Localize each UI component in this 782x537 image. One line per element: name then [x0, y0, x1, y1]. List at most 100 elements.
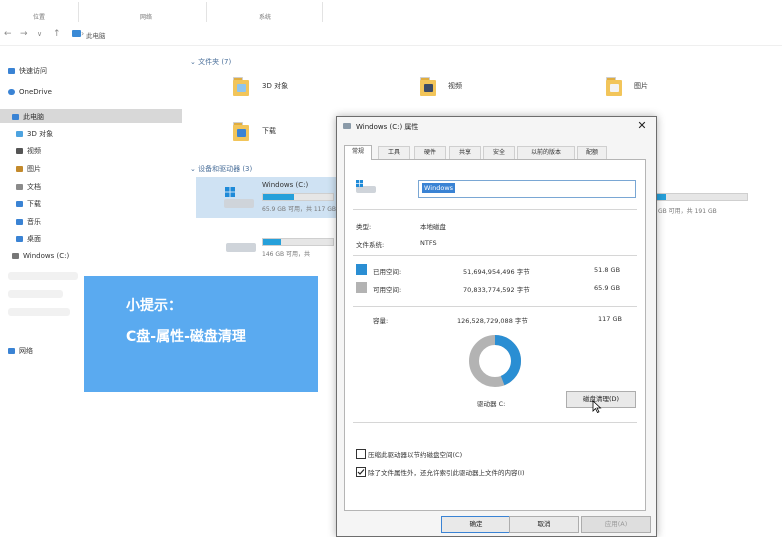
compress-label[interactable]: 压缩此驱动器以节约磁盘空间(C)	[368, 449, 462, 459]
capacity-bytes: 126,528,729,088 字节	[457, 317, 528, 325]
address-bar: ← → ∨ ↑ › 此电脑	[0, 25, 782, 46]
path-separator-icon: ›	[81, 29, 85, 38]
ribbon-separator	[322, 2, 323, 22]
sidebar-item-this-pc[interactable]: 此电脑	[12, 112, 44, 124]
drive-letter-label: 驱动器 C:	[477, 400, 506, 408]
folder-3d-objects[interactable]	[233, 77, 249, 96]
cube-icon	[16, 131, 23, 137]
sidebar-item-label: 桌面	[27, 235, 41, 243]
devices-group-header[interactable]: ⌄ 设备和驱动器 (3)	[190, 164, 252, 174]
sidebar-item-downloads[interactable]: 下载	[16, 199, 41, 211]
divider	[353, 255, 637, 256]
sidebar-item-music[interactable]: 音乐	[16, 217, 41, 229]
download-icon	[16, 201, 23, 207]
filesystem-value: NTFS	[420, 239, 437, 247]
sidebar-item-label: OneDrive	[19, 88, 52, 96]
ok-button[interactable]: 确定	[441, 516, 511, 533]
download-folder-icon	[237, 129, 246, 137]
cube-folder-icon	[237, 84, 246, 92]
capacity-label: 容量:	[373, 317, 389, 325]
folder-name[interactable]: 图片	[634, 81, 648, 91]
back-button[interactable]: ←	[4, 29, 12, 39]
index-label[interactable]: 除了文件属性外，还允许索引此驱动器上文件的内容(I)	[368, 467, 525, 477]
folder-videos[interactable]	[420, 77, 436, 96]
drive-usage-fill	[263, 239, 281, 245]
folder-name[interactable]: 3D 对象	[262, 81, 288, 91]
folder-name[interactable]: 下载	[262, 126, 276, 136]
ribbon-group-system[interactable]: 系统	[222, 0, 308, 24]
ribbon-group-label: 系统	[258, 14, 271, 21]
divider	[353, 209, 637, 210]
general-tab-panel: Windows 类型: 本地磁盘 文件系统: NTFS 已用空间: 51,694…	[344, 159, 646, 511]
sidebar-item-label: Windows (C:)	[23, 252, 70, 260]
ribbon: 位置 网络 系统	[0, 0, 782, 26]
network-icon	[8, 348, 15, 354]
sidebar-item-videos[interactable]: 视频	[16, 146, 41, 158]
address-path[interactable]: 此电脑	[86, 30, 106, 40]
drive-free-text: GB 可用，共 191 GB	[658, 208, 717, 215]
free-space-bytes: 70,833,774,592 字节	[463, 286, 530, 294]
folders-group-title: 文件夹 (7)	[198, 58, 232, 66]
tip-callout: 小提示： C盘-属性-磁盘清理	[84, 276, 318, 392]
video-icon	[16, 148, 23, 154]
tab-sharing[interactable]: 共享	[449, 146, 481, 159]
divider	[353, 422, 637, 423]
tab-previous-versions[interactable]: 以前的版本	[517, 146, 575, 159]
type-label: 类型:	[356, 223, 372, 231]
filesystem-label: 文件系统:	[356, 241, 385, 249]
drive-properties-dialog: Windows (C:) 属性 ✕ 常规 工具 硬件 共享 安全 以前的版本 配…	[336, 116, 657, 537]
tab-hardware[interactable]: 硬件	[414, 146, 446, 159]
star-icon	[8, 68, 15, 74]
up-button[interactable]: ↑	[53, 29, 61, 39]
free-space-label: 可用空间:	[373, 286, 402, 294]
forward-button[interactable]: →	[20, 29, 28, 39]
windows-drive-icon	[224, 187, 254, 208]
tab-general[interactable]: 常规	[344, 145, 372, 160]
blurred-nav-item	[8, 272, 78, 280]
blurred-nav-item	[8, 308, 70, 316]
folders-group-header[interactable]: ⌄ 文件夹 (7)	[190, 57, 231, 67]
chevron-down-icon: ⌄	[190, 165, 199, 173]
compress-checkbox[interactable]	[356, 449, 366, 459]
ribbon-group-label: 位置	[32, 14, 45, 21]
folder-downloads[interactable]	[233, 122, 249, 141]
sidebar-item-pictures[interactable]: 图片	[16, 164, 41, 176]
sidebar-item-desktop[interactable]: 桌面	[16, 234, 41, 246]
sidebar-item-documents[interactable]: 文档	[16, 182, 41, 194]
ribbon-group-network[interactable]: 网络	[104, 0, 188, 24]
sidebar-item-label: 下载	[27, 200, 41, 208]
close-button[interactable]: ✕	[635, 117, 649, 135]
disk-usage-donut	[469, 335, 521, 387]
recent-locations-button[interactable]: ∨	[37, 30, 42, 38]
devices-group-title: 设备和驱动器 (3)	[198, 165, 253, 173]
folder-pictures[interactable]	[606, 77, 622, 96]
sidebar-item-onedrive[interactable]: OneDrive	[8, 88, 52, 100]
ribbon-group-location[interactable]: 位置	[0, 0, 78, 24]
cancel-button[interactable]: 取消	[509, 516, 579, 533]
windows-logo-icon	[225, 187, 235, 197]
ribbon-separator	[206, 2, 207, 22]
folder-name[interactable]: 视频	[448, 81, 462, 91]
drive-free-text: 65.9 GB 可用，共 117 GB	[262, 206, 336, 213]
divider	[353, 306, 637, 307]
picture-icon	[16, 166, 23, 172]
volume-name-input[interactable]: Windows	[418, 180, 636, 198]
sidebar-item-label: 快速访问	[19, 67, 47, 75]
sidebar-item-windows-c[interactable]: Windows (C:)	[12, 252, 69, 264]
used-space-bytes: 51,694,954,496 字节	[463, 268, 530, 276]
capacity-gb: 117 GB	[598, 315, 622, 323]
drive-free-text: 146 GB 可用，共	[262, 251, 311, 258]
sidebar-item-label: 音乐	[27, 218, 41, 226]
tab-tools[interactable]: 工具	[378, 146, 410, 159]
tab-security[interactable]: 安全	[483, 146, 515, 159]
apply-button[interactable]: 应用(A)	[581, 516, 651, 533]
sidebar-item-network[interactable]: 网络	[8, 346, 33, 358]
sidebar-item-label: 3D 对象	[27, 130, 54, 138]
sidebar-item-label: 网络	[19, 347, 33, 355]
tip-body: C盘-属性-磁盘清理	[126, 329, 246, 345]
sidebar-item-quick-access[interactable]: 快速访问	[8, 66, 47, 78]
index-checkbox[interactable]	[356, 467, 366, 477]
sidebar-item-label: 文档	[27, 183, 41, 191]
sidebar-item-3d-objects[interactable]: 3D 对象	[16, 129, 53, 141]
tab-quota[interactable]: 配额	[577, 146, 607, 159]
